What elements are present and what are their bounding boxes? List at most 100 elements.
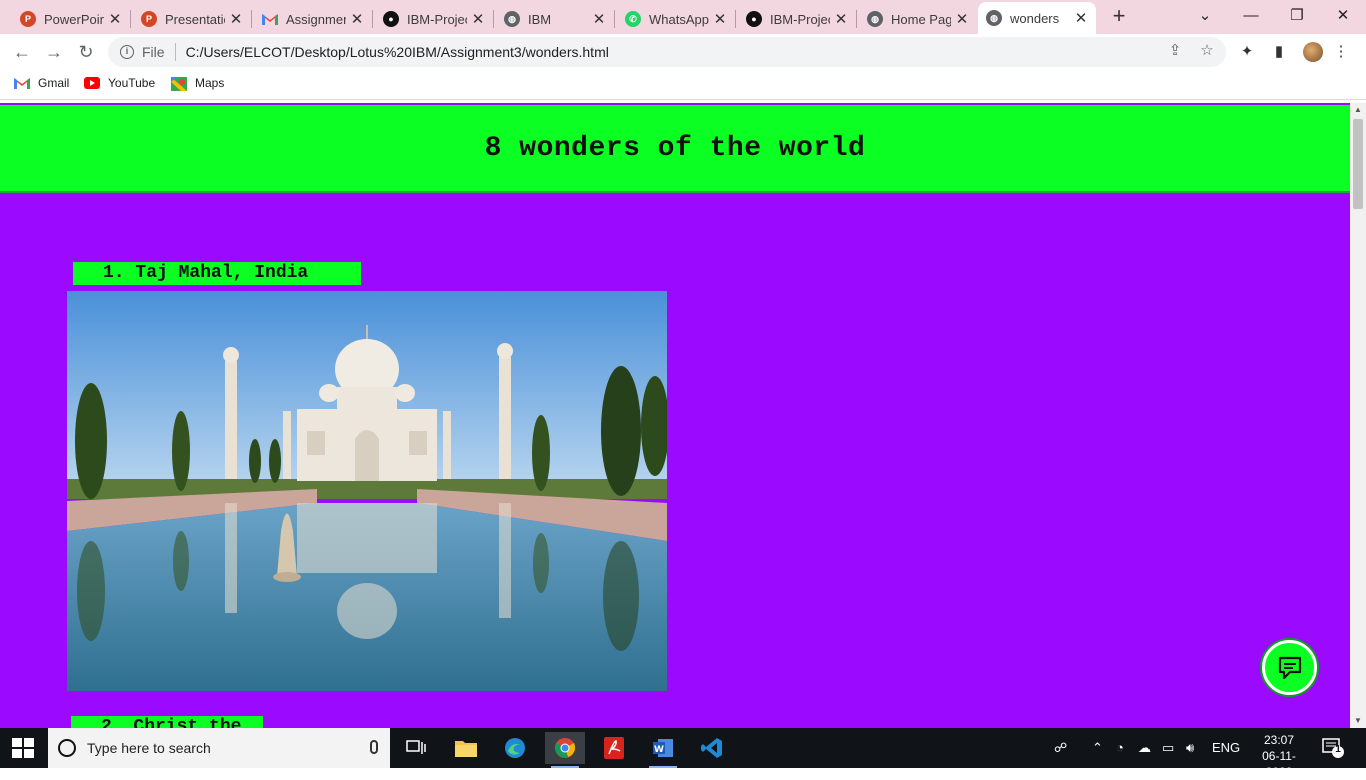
microphone-icon[interactable] [370, 740, 378, 754]
bookmark-label: YouTube [108, 76, 156, 90]
tab-title: IBM-Project [770, 11, 830, 27]
tab-title: Presentation [165, 11, 225, 27]
restore-button[interactable]: ❐ [1274, 4, 1320, 28]
bookmark-maps[interactable]: Maps [171, 76, 225, 91]
menu-icon[interactable]: ⋮ [1331, 42, 1351, 62]
close-icon[interactable]: ✕ [108, 10, 122, 28]
clock-time: 23:07 [1263, 733, 1295, 747]
battery-icon[interactable]: ▭ [1162, 740, 1174, 756]
extensions-icon[interactable]: ✦ [1237, 42, 1257, 62]
tab-title: Assignment [286, 11, 346, 27]
scroll-up-arrow[interactable]: ▲ [1350, 103, 1366, 117]
scrollbar-thumb[interactable] [1353, 119, 1363, 209]
taj-mahal-photo [67, 291, 667, 691]
acrobat-icon [604, 737, 624, 759]
taj-mahal-illustration [67, 291, 667, 691]
bookmark-gmail[interactable]: Gmail [14, 76, 69, 90]
tab-search-button[interactable]: ⌄ [1182, 4, 1228, 28]
taskbar-chrome[interactable] [545, 732, 585, 768]
search-placeholder: Type here to search [87, 740, 211, 756]
taskbar-acrobat[interactable] [594, 732, 634, 764]
notification-count: 1 [1335, 744, 1341, 755]
powerpoint-icon: P [141, 11, 157, 27]
windows-taskbar: Type here to search W ☍ ⌃ ◔ ☁ ▭ 🔊︎ ENG 2… [0, 728, 1366, 779]
close-icon[interactable]: ✕ [471, 10, 485, 28]
whatsapp-icon: ✆ [625, 11, 641, 27]
address-bar[interactable]: i File C:/Users/ELCOT/Desktop/Lotus%20IB… [108, 37, 1226, 67]
scheme-label: File [142, 44, 165, 60]
cloud-icon[interactable]: ☁ [1138, 740, 1151, 756]
tab-title: wonders [1010, 10, 1060, 26]
bookmark-youtube[interactable]: YouTube [84, 76, 155, 90]
reload-button[interactable]: ↻ [74, 40, 98, 64]
new-tab-button[interactable]: + [1108, 5, 1130, 28]
share-icon[interactable]: ⇪ [1166, 42, 1184, 60]
forward-button[interactable]: → [42, 40, 66, 64]
maps-icon [171, 77, 187, 91]
tab-separator [856, 10, 857, 28]
tab-wonders[interactable]: ◍ wonders ✕ [978, 2, 1096, 34]
close-icon[interactable]: ✕ [834, 10, 848, 28]
tab-ibm-project[interactable]: ● IBM-Project ✕ [375, 4, 493, 34]
tab-ibm[interactable]: ◍ IBM ✕ [496, 4, 614, 34]
close-icon[interactable]: ✕ [955, 10, 969, 28]
wonder-label-2: 2. Christ the [71, 716, 263, 728]
scroll-down-arrow[interactable]: ▼ [1350, 714, 1366, 728]
tab-separator [614, 10, 615, 28]
taskbar-word[interactable]: W [643, 732, 683, 768]
taskbar-search[interactable]: Type here to search [48, 728, 390, 768]
chat-button[interactable] [1262, 640, 1317, 695]
back-button[interactable]: ← [10, 40, 34, 64]
avatar[interactable] [1303, 42, 1323, 62]
volume-icon[interactable]: 🔊︎ [1186, 740, 1194, 756]
taskbar-vscode[interactable] [692, 732, 732, 764]
tab-whatsapp[interactable]: ✆ WhatsApp ✕ [617, 4, 735, 34]
taskbar-edge[interactable] [495, 732, 535, 764]
tab-separator [372, 10, 373, 28]
minimize-button[interactable]: — [1228, 4, 1274, 28]
tab-assignment[interactable]: Assignment ✕ [254, 4, 372, 34]
close-icon[interactable]: ✕ [592, 10, 606, 28]
url-text[interactable]: C:/Users/ELCOT/Desktop/Lotus%20IBM/Assig… [186, 44, 609, 60]
wifi-icon[interactable]: ◔ [1116, 740, 1124, 755]
folder-icon [455, 741, 477, 757]
chrome-icon [554, 738, 576, 758]
bookmark-label: Maps [195, 76, 225, 90]
tab-title: IBM [528, 11, 552, 27]
windows-start-button[interactable] [12, 738, 34, 758]
tab-title: PowerPoint [44, 11, 104, 27]
tab-title: WhatsApp [649, 11, 709, 27]
bookmark-label: Gmail [38, 76, 70, 90]
bookmarks-bar: Gmail YouTube Maps [0, 70, 1366, 100]
gmail-icon [262, 11, 278, 27]
notification-center-button[interactable]: 1 [1322, 738, 1344, 758]
taskbar-file-explorer[interactable] [446, 732, 486, 764]
close-icon[interactable]: ✕ [1074, 9, 1088, 27]
close-icon[interactable]: ✕ [350, 10, 364, 28]
tab-powerpoint[interactable]: P PowerPoint ✕ [12, 4, 130, 34]
tab-ibm-project-2[interactable]: ● IBM-Project ✕ [738, 4, 856, 34]
tab-separator [493, 10, 494, 28]
tab-separator [130, 10, 131, 28]
task-view-button[interactable] [396, 732, 436, 764]
info-icon[interactable]: i [120, 45, 134, 59]
clock-date: 06-11-2022 [1262, 749, 1296, 779]
edge-icon [505, 738, 525, 758]
side-panel-icon[interactable]: ▮ [1269, 42, 1289, 62]
tab-separator [735, 10, 736, 28]
task-view-icon [406, 740, 426, 754]
wonder-label-1: 1. Taj Mahal, India [73, 262, 361, 285]
bookmark-star-icon[interactable]: ☆ [1198, 42, 1216, 60]
tab-presentation[interactable]: P Presentation ✕ [133, 4, 251, 34]
page-scrollbar[interactable]: ▲ ▼ [1350, 103, 1366, 728]
people-icon[interactable]: ☍ [1054, 740, 1067, 756]
language-indicator[interactable]: ENG [1212, 740, 1240, 755]
clock[interactable]: 23:07 06-11-2022 [1250, 732, 1308, 780]
tab-home-page[interactable]: ◍ Home Page ✕ [859, 4, 977, 34]
tab-separator [251, 10, 252, 28]
chevron-up-icon[interactable]: ⌃ [1092, 740, 1103, 756]
close-icon[interactable]: ✕ [229, 10, 243, 28]
close-icon[interactable]: ✕ [713, 10, 727, 28]
tab-title: Home Page [891, 11, 951, 27]
close-window-button[interactable]: ✕ [1320, 4, 1366, 28]
